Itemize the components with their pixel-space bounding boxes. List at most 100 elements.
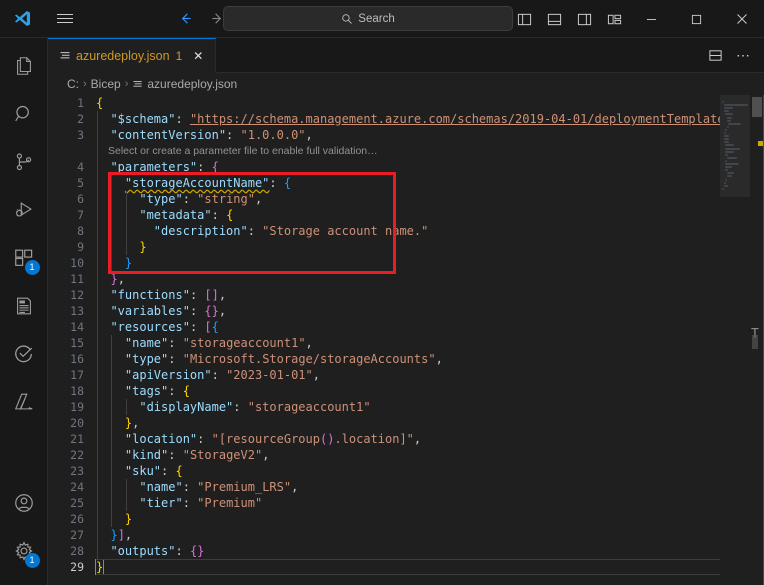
sidebar-item-run-and-debug[interactable] [0,188,48,236]
toggle-panel-icon[interactable] [539,4,569,34]
code-line[interactable]: 13 "variables": {}, [48,303,720,319]
sidebar-item-search[interactable] [0,92,48,140]
sidebar-item-arm-template-viewer[interactable] [0,284,48,332]
tab-label: azuredeploy.json [76,49,170,63]
sidebar-item-explorer[interactable] [0,44,48,92]
sidebar-item-azure[interactable] [0,380,48,428]
code-line[interactable]: 12 "functions": [], [48,287,720,303]
code-text: "outputs": {} [110,544,205,558]
code-line[interactable]: 5 "storageAccountName": { [48,175,720,191]
navigation-controls [174,6,228,32]
code-line[interactable]: 24 "name": "Premium_LRS", [48,479,720,495]
text-editor[interactable]: 1{2 "$schema": "https://schema.managemen… [48,95,764,585]
tabs-empty-space [216,38,702,73]
code-line[interactable]: 22 "kind": "StorageV2", [48,447,720,463]
sidebar-item-source-control[interactable] [0,140,48,188]
title-bar: Search [0,0,764,38]
search-icon [341,13,353,25]
code-line[interactable]: 26 } [48,511,720,527]
line-number: 23 [70,464,84,478]
code-line[interactable]: 6 "type": "string", [48,191,720,207]
arrow-left-icon[interactable] [174,6,196,32]
breadcrumb-item-1[interactable]: Bicep [91,77,121,91]
maximize-button[interactable] [674,0,719,38]
code-text: } [139,240,147,254]
breadcrumb-separator: › [124,78,129,90]
code-line[interactable]: 21 "location": "[resourceGroup().locatio… [48,431,720,447]
breadcrumb-separator: › [83,78,87,90]
code-line[interactable]: 4 "parameters": { [48,159,720,175]
code-line[interactable]: 10 } [48,255,720,271]
split-editor-down-icon[interactable] [702,42,728,68]
minimap[interactable] [720,95,750,585]
code-line[interactable]: 7 "metadata": { [48,207,720,223]
code-line[interactable]: 20 }, [48,415,720,431]
code-line[interactable]: 19 "displayName": "storageaccount1" [48,399,720,415]
code-line[interactable]: 1{ [48,95,720,111]
sidebar-item-extensions[interactable]: 1 [0,236,48,284]
code-text: "type": "string", [139,192,263,206]
code-line[interactable]: 27 }], [48,527,720,543]
line-number: 1 [77,96,84,110]
customize-layout-icon[interactable] [599,4,629,34]
vscode-window: Search 1 1 azuredeploy.json 1 ✕ ⋯ C: › B… [0,0,764,585]
code-line[interactable]: 2 "$schema": "https://schema.management.… [48,111,720,127]
code-text: }, [124,416,140,430]
code-lines-container[interactable]: 1{2 "$schema": "https://schema.managemen… [48,95,720,585]
code-line[interactable]: 9 } [48,239,720,255]
close-button[interactable] [719,0,764,38]
toggle-secondary-sidebar-icon[interactable] [569,4,599,34]
check-circle-icon [13,343,35,370]
code-line[interactable]: 16 "type": "Microsoft.Storage/storageAcc… [48,351,720,367]
line-number: 24 [70,480,84,494]
tab-azuredeploy-json[interactable]: azuredeploy.json 1 ✕ [48,38,217,73]
sidebar-item-manage-settings[interactable]: 1 [0,529,48,577]
code-line[interactable]: 18 "tags": { [48,383,720,399]
line-number: 17 [70,368,84,382]
sidebar-item-accounts[interactable] [0,481,48,529]
scrollbar-thumb[interactable] [752,97,762,117]
code-text: "storageAccountName": { [124,176,292,190]
line-number: 29 [70,560,84,574]
editor-scrollbar[interactable]: T [750,95,764,585]
line-number: 20 [70,416,84,430]
line-number: 16 [70,352,84,366]
code-line[interactable]: 25 "tier": "Premium" [48,495,720,511]
minimize-button[interactable] [629,0,674,38]
json-file-icon [59,50,71,62]
code-text: "name": "storageaccount1", [124,336,313,350]
breadcrumb-item-2[interactable]: azuredeploy.json [132,77,237,91]
code-line[interactable]: 23 "sku": { [48,463,720,479]
code-line[interactable]: 15 "name": "storageaccount1", [48,335,720,351]
editor-tabs-bar: azuredeploy.json 1 ✕ ⋯ [48,38,764,73]
extensions-badge: 1 [24,260,40,275]
line-number: 25 [70,496,84,510]
hamburger-menu-icon[interactable] [44,0,86,38]
code-text: "displayName": "storageaccount1" [139,400,371,414]
settings-badge: 1 [24,553,40,568]
line-number: 15 [70,336,84,350]
code-line[interactable]: 3 "contentVersion": "1.0.0.0", [48,127,720,143]
minimap-slider[interactable] [720,95,750,197]
search-input[interactable]: Search [223,6,513,31]
toggle-primary-sidebar-icon[interactable] [509,4,539,34]
codelens-hint[interactable]: Select or create a parameter file to ena… [48,143,720,159]
line-number: 11 [70,272,84,286]
code-line[interactable]: 8 "description": "Storage account name." [48,223,720,239]
code-line[interactable]: 28 "outputs": {} [48,543,720,559]
editor-actions: ⋯ [702,38,764,73]
search-placeholder-text: Search [358,12,395,25]
code-text: "variables": {}, [110,304,227,318]
code-line[interactable]: 11 }, [48,271,720,287]
code-text: "functions": [], [110,288,227,302]
more-actions-icon[interactable]: ⋯ [730,42,756,68]
code-text: "apiVersion": "2023-01-01", [124,368,320,382]
code-line[interactable]: 29} [48,559,720,575]
code-line[interactable]: 17 "apiVersion": "2023-01-01", [48,367,720,383]
close-icon[interactable]: ✕ [189,47,207,65]
code-line[interactable]: 14 "resources": [{ [48,319,720,335]
line-number: 26 [70,512,84,526]
breadcrumb-item-0[interactable]: C: [67,77,79,91]
line-number: 6 [77,192,84,206]
sidebar-item-testing[interactable] [0,332,48,380]
